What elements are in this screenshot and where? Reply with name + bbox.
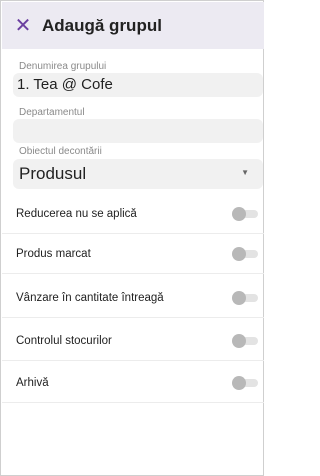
toggle-row-archive[interactable]: Arhivă (2, 363, 264, 403)
settlement-object-select[interactable]: Produsul ▼ (13, 159, 263, 189)
toggle-label: Arhivă (16, 376, 49, 389)
chevron-down-icon: ▼ (241, 168, 249, 177)
toggle-label: Vânzare în cantitate întreagă (16, 291, 164, 304)
group-name-label: Denumirea grupului (19, 61, 107, 72)
stock-control-switch[interactable] (232, 334, 260, 348)
toggle-row-stock-control[interactable]: Controlul stocurilor (2, 321, 264, 361)
toggle-label: Controlul stocurilor (16, 334, 112, 347)
settlement-object-value: Produsul (19, 164, 87, 183)
settlement-object-label: Obiectul decontării (19, 146, 102, 157)
switch-thumb (232, 207, 246, 221)
archive-switch[interactable] (232, 376, 260, 390)
switch-thumb (232, 247, 246, 261)
whole-quantity-switch[interactable] (232, 291, 260, 305)
screen-frame: ✕ Adaugă grupul Denumirea grupului 1. Te… (0, 0, 264, 476)
no-discount-switch[interactable] (232, 207, 260, 221)
toggle-label: Reducerea nu se aplică (16, 207, 137, 220)
toggle-label: Produs marcat (16, 247, 91, 260)
department-field[interactable] (13, 119, 263, 143)
department-label: Departamentul (19, 107, 85, 118)
toggle-row-marked-product[interactable]: Produs marcat (2, 234, 264, 274)
group-name-value[interactable]: 1. Tea @ Cofe (17, 76, 113, 93)
switch-thumb (232, 376, 246, 390)
switch-thumb (232, 334, 246, 348)
toggle-row-whole-quantity[interactable]: Vânzare în cantitate întreagă (2, 278, 264, 318)
close-icon[interactable]: ✕ (6, 2, 40, 49)
app-bar: ✕ Adaugă grupul (2, 2, 264, 49)
toggle-row-no-discount[interactable]: Reducerea nu se aplică (2, 194, 264, 234)
page-title: Adaugă grupul (42, 15, 162, 35)
marked-product-switch[interactable] (232, 247, 260, 261)
switch-thumb (232, 291, 246, 305)
